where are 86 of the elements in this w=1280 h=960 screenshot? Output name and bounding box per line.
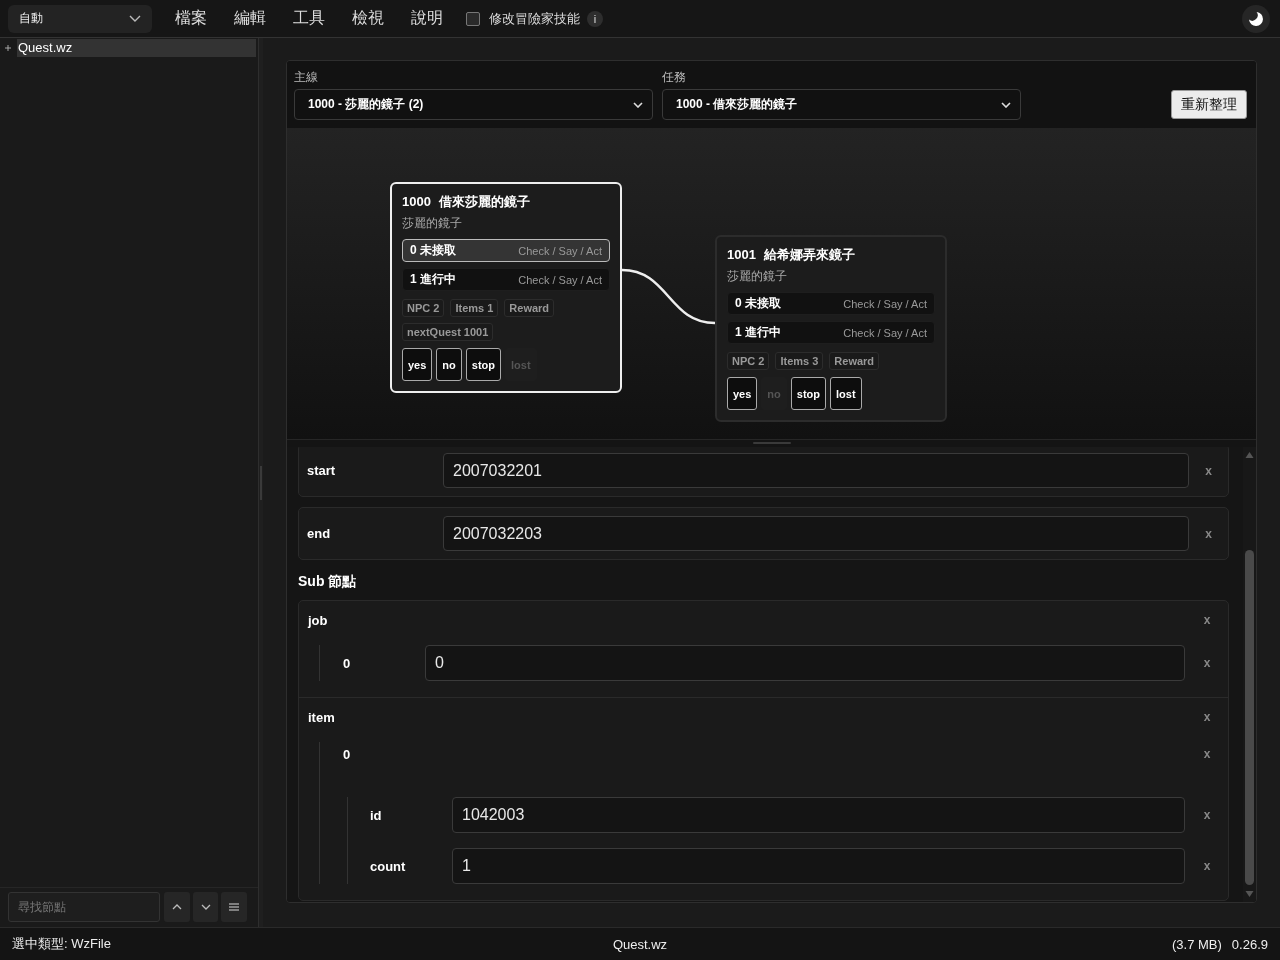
tree-item[interactable]: Quest.wz — [17, 39, 256, 57]
node-key: 0 — [343, 746, 1195, 762]
value-field[interactable]: 2007032203 — [443, 516, 1189, 551]
menu-item[interactable]: 檢視 — [338, 4, 397, 33]
state-row[interactable]: 0 未接取 Check / Say / Act — [727, 292, 935, 315]
dropdown[interactable]: 1000 - 借來莎麗的鏡子 — [662, 89, 1021, 120]
checkbox[interactable] — [466, 11, 480, 26]
answer-button[interactable]: no — [436, 348, 462, 381]
resize-handle[interactable] — [752, 442, 791, 444]
menu-button[interactable] — [221, 892, 247, 922]
checkbox-label: 修改冒險家技能 — [489, 9, 580, 28]
chevron-down-icon — [200, 904, 211, 910]
property-key: start — [307, 463, 443, 478]
remove-button[interactable]: x — [1195, 656, 1219, 670]
tag: Items 1 — [450, 299, 499, 317]
property-key: 0 — [343, 655, 425, 671]
refresh-button[interactable]: 重新整理 — [1171, 90, 1247, 119]
node-key: job — [308, 612, 1195, 628]
caret-icon — [633, 101, 643, 108]
state-label: 0 未接取 — [410, 242, 456, 259]
menu-item[interactable]: 說明 — [397, 4, 456, 33]
file-size: (3.7 MB) — [1172, 936, 1222, 952]
file-name: Quest.wz — [612, 936, 668, 952]
state-detail: Check / Say / Act — [518, 244, 602, 257]
remove-button[interactable]: x — [1196, 526, 1221, 541]
remove-button[interactable]: x — [1196, 463, 1221, 478]
menu-item[interactable]: 編輯 — [220, 4, 279, 33]
property-key: count — [370, 858, 452, 874]
tag: nextQuest 1001 — [402, 323, 494, 341]
answer-button[interactable]: stop — [790, 377, 827, 410]
caret-icon — [129, 15, 141, 22]
state-detail: Check / Say / Act — [843, 326, 927, 339]
answer-button[interactable]: stop — [465, 348, 502, 381]
property-key: id — [370, 807, 452, 823]
quest-subtitle: 莎麗的鏡子 — [727, 268, 788, 284]
info-button[interactable]: i — [587, 10, 603, 27]
menu-item[interactable]: 工具 — [279, 4, 338, 33]
search-field[interactable]: 尋找節點 — [8, 892, 160, 922]
tag: NPC 2 — [402, 299, 445, 317]
remove-button[interactable]: x — [1195, 808, 1219, 822]
tag: NPC 2 — [727, 352, 770, 370]
caret-icon — [1001, 101, 1011, 108]
next-button[interactable] — [192, 892, 219, 922]
previous-button[interactable] — [164, 892, 190, 922]
value-field[interactable]: 1 — [452, 848, 1185, 884]
state-row[interactable]: 1 進行中 Check / Say / Act — [402, 268, 610, 291]
value-field[interactable]: 1042003 — [452, 797, 1185, 833]
menu-item[interactable]: 檔案 — [161, 4, 220, 33]
quest-number: 1001 — [727, 246, 756, 264]
state-detail: Check / Say / Act — [518, 273, 602, 286]
section-heading: Sub 節點 — [298, 572, 358, 591]
field-label: 主線 — [294, 70, 319, 84]
state-detail: Check / Say / Act — [843, 297, 927, 310]
remove-button[interactable]: x — [1195, 859, 1219, 873]
property-key: end — [307, 526, 443, 541]
version-text: 0.26.9 — [1231, 936, 1268, 952]
remove-button[interactable]: x — [1195, 747, 1219, 761]
value-field[interactable]: 2007032201 — [443, 453, 1189, 488]
node-key: item — [308, 709, 1195, 725]
quest-title: 借來莎麗的鏡子 — [438, 193, 530, 211]
answer-button[interactable]: yes — [402, 348, 433, 381]
state-row[interactable]: 1 進行中 Check / Say / Act — [727, 321, 935, 344]
quest-subtitle: 莎麗的鏡子 — [402, 215, 463, 231]
state-label: 1 進行中 — [410, 271, 456, 288]
tag: Items 3 — [775, 352, 824, 370]
mode-select[interactable]: 自動 — [8, 4, 152, 33]
quest-number: 1000 — [402, 193, 431, 211]
answer-button[interactable]: lost — [830, 377, 862, 410]
tag: Reward — [829, 352, 880, 370]
chevron-up-icon — [171, 904, 182, 910]
field-label: 任務 — [662, 70, 687, 84]
plus-icon[interactable] — [5, 45, 11, 51]
quest-title: 給希娜弄來鏡子 — [763, 246, 855, 264]
answer-button[interactable]: yes — [727, 377, 758, 410]
moon-icon — [1249, 11, 1263, 26]
state-row[interactable]: 0 未接取 Check / Say / Act — [402, 239, 610, 262]
status-text: 選中類型: WzFile — [12, 935, 111, 953]
state-label: 1 進行中 — [735, 324, 781, 341]
theme-toggle-button[interactable] — [1242, 4, 1270, 33]
dropdown[interactable]: 1000 - 莎麗的鏡子 (2) — [294, 89, 653, 120]
menu-icon — [229, 903, 240, 911]
state-label: 0 未接取 — [735, 295, 781, 312]
value-field[interactable]: 0 — [425, 645, 1185, 681]
remove-button[interactable]: x — [1195, 613, 1219, 627]
tag: Reward — [504, 299, 555, 317]
remove-button[interactable]: x — [1195, 710, 1219, 724]
